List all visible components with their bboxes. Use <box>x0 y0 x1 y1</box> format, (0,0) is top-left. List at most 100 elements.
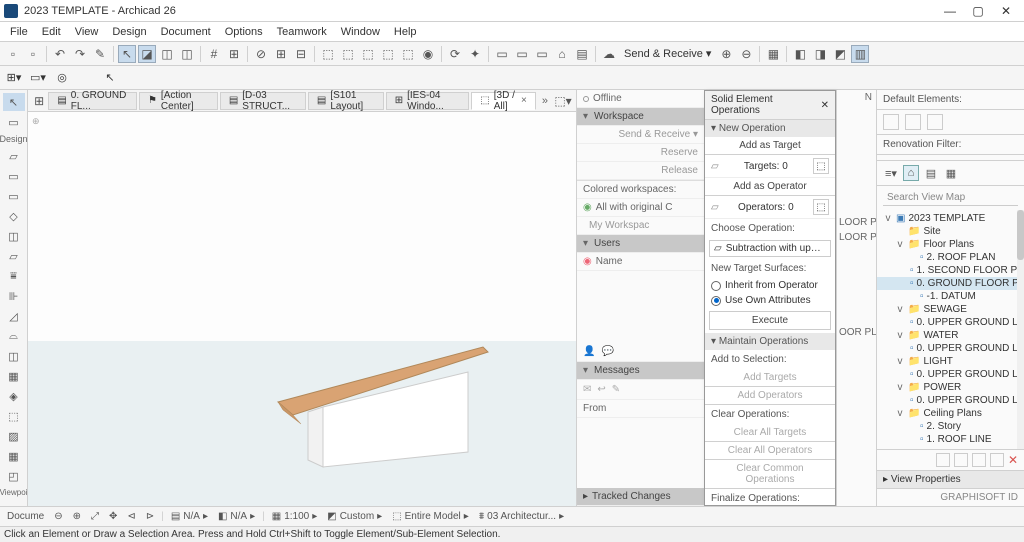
tree-item[interactable]: ▫1. ROOF LINE <box>877 433 1024 446</box>
tab-menu-icon[interactable]: ⬚▾ <box>554 92 572 110</box>
add-operators-button[interactable]: Add Operators <box>705 387 835 405</box>
tracked-changes-header[interactable]: ▸Tracked Changes <box>577 488 704 506</box>
view3d-icon[interactable]: ⬚ <box>319 45 337 63</box>
stair-tool[interactable]: ⩸ <box>3 267 25 285</box>
user-icon[interactable]: 👤 <box>583 346 595 357</box>
nav-settings-icon[interactable] <box>936 453 950 467</box>
measure-icon[interactable]: ⟳ <box>446 45 464 63</box>
door-tool[interactable]: ▭ <box>3 167 25 185</box>
tree-item[interactable]: ▫0. UPPER GROUND LE <box>877 316 1024 329</box>
tab-d03-struct[interactable]: ▤[D-03 STRUCT... <box>220 92 306 110</box>
curtainwall-tool[interactable]: ▦ <box>3 367 25 385</box>
reserve-tb-icon[interactable]: ⊕ <box>717 45 735 63</box>
layout-book-icon[interactable]: ▦ <box>943 165 959 181</box>
undo-icon[interactable]: ↶ <box>51 45 69 63</box>
layout-icon[interactable]: ▦ <box>764 45 782 63</box>
zone-tool[interactable]: ▨ <box>3 427 25 445</box>
object-tool[interactable]: ⬚ <box>3 407 25 425</box>
menu-teamwork[interactable]: Teamwork <box>271 24 333 40</box>
view-map-icon[interactable]: ▤ <box>923 165 939 181</box>
nav-clone-icon[interactable] <box>972 453 986 467</box>
sb-na2[interactable]: ◧N/A▸ <box>215 511 258 522</box>
trace2-icon[interactable]: ▭ <box>513 45 531 63</box>
menu-options[interactable]: Options <box>219 24 269 40</box>
menu-help[interactable]: Help <box>388 24 423 40</box>
worksheet-icon[interactable]: ⬚ <box>399 45 417 63</box>
suspend-icon[interactable]: ⊘ <box>252 45 270 63</box>
tree-root[interactable]: v▣2023 TEMPLATE <box>877 212 1024 225</box>
menu-file[interactable]: File <box>4 24 34 40</box>
menu-edit[interactable]: Edit <box>36 24 67 40</box>
ruler-icon[interactable]: ⊞ <box>225 45 243 63</box>
maximize-button[interactable]: ▢ <box>964 2 992 20</box>
sb-scale[interactable]: ▦1:100▸ <box>269 511 321 522</box>
cloud-icon[interactable]: ☁ <box>600 45 618 63</box>
menu-window[interactable]: Window <box>335 24 386 40</box>
seo-close-icon[interactable]: ✕ <box>821 100 829 111</box>
fit-icon[interactable]: ⤢ <box>88 511 102 522</box>
arrow-tool-icon[interactable]: ↖ <box>100 69 120 87</box>
messages-header[interactable]: ▾Messages <box>577 362 704 380</box>
tree-scrollbar[interactable] <box>1017 210 1024 449</box>
shell-tool[interactable]: ⌓ <box>3 327 25 345</box>
slab-tool[interactable]: ▱ <box>3 247 25 265</box>
clear-all-targets-button[interactable]: Clear All Targets <box>705 424 835 442</box>
roof-tool[interactable]: ◿ <box>3 307 25 325</box>
redo-icon[interactable]: ↷ <box>71 45 89 63</box>
new-icon[interactable]: ▫ <box>4 45 22 63</box>
maintain-operations-header[interactable]: ▾ Maintain Operations <box>705 333 835 350</box>
inbox-icon[interactable]: ✉ <box>583 384 591 395</box>
inherit-from-operator-radio[interactable]: Inherit from Operator <box>705 278 835 293</box>
story-item-0[interactable]: LOOR PL <box>837 215 876 230</box>
window-tool[interactable]: ▭ <box>3 187 25 205</box>
ungroup-icon[interactable]: ⊟ <box>292 45 310 63</box>
sb-arch[interactable]: ⩩03 Architectur...▸ <box>476 511 567 522</box>
close-tab-icon[interactable]: × <box>521 95 527 106</box>
minimize-button[interactable]: — <box>936 2 964 20</box>
default-el-2-icon[interactable] <box>905 114 921 130</box>
send-receive-button[interactable]: Send & Receive ▾ <box>577 126 704 144</box>
tree-item[interactable]: ▫2. ROOF PLAN <box>877 251 1024 264</box>
skylight-tool[interactable]: ◫ <box>3 347 25 365</box>
menu-document[interactable]: Document <box>155 24 217 40</box>
tree-item[interactable]: ▫0. UPPER GROUND LE <box>877 368 1024 381</box>
list-view-icon[interactable]: ≡▾ <box>883 165 899 181</box>
reserve-button[interactable]: Reserve <box>577 144 704 162</box>
next-view-icon[interactable]: ⊳ <box>143 511 157 522</box>
tree-item[interactable]: ▫-1. DATUM <box>877 290 1024 303</box>
nav-icon[interactable]: ✦ <box>466 45 484 63</box>
targets-badge-icon[interactable]: ⬚ <box>813 158 829 174</box>
tree-item[interactable]: v📁WATER <box>877 329 1024 342</box>
execute-button[interactable]: Execute <box>709 311 831 330</box>
reply-icon[interactable]: ↩ <box>597 384 605 395</box>
tab-3d-all[interactable]: ⬚[3D / All]× <box>471 92 536 110</box>
release-tb-icon[interactable]: ⊖ <box>737 45 755 63</box>
tree-item[interactable]: v📁SEWAGE <box>877 303 1024 316</box>
view-mode2-icon[interactable]: ▭▾ <box>28 69 48 87</box>
grid-icon[interactable]: # <box>205 45 223 63</box>
zoom-in-icon[interactable]: ⊕ <box>70 511 84 522</box>
graphisoft-id[interactable]: GRAPHISOFT ID <box>877 488 1024 506</box>
tab-ground-floor[interactable]: ▤0. GROUND FL... <box>48 92 137 110</box>
tree-item[interactable]: v📁Floor Plans <box>877 238 1024 251</box>
orbit-icon[interactable]: ◎ <box>52 69 72 87</box>
tab-grid-icon[interactable]: ⊞ <box>32 92 46 110</box>
column-tool[interactable]: ◇ <box>3 207 25 225</box>
workspace-header[interactable]: ▾Workspace <box>577 108 704 126</box>
chat-icon[interactable]: 💬 <box>601 346 613 357</box>
home-icon[interactable]: ⌂ <box>553 45 571 63</box>
use-own-attributes-radio[interactable]: Use Own Attributes <box>705 293 835 308</box>
render-icon[interactable]: ◉ <box>419 45 437 63</box>
default-el-3-icon[interactable] <box>927 114 943 130</box>
trace-icon[interactable]: ▭ <box>493 45 511 63</box>
opening-tool[interactable]: ◰ <box>3 467 25 485</box>
all-original-colors[interactable]: ◉All with original C <box>577 199 704 217</box>
release-button[interactable]: Release <box>577 162 704 180</box>
snap2-icon[interactable]: ◫ <box>178 45 196 63</box>
beam-tool[interactable]: ◫ <box>3 227 25 245</box>
marquee-tool[interactable]: ▭ <box>3 113 25 131</box>
view-properties-header[interactable]: ▸ View Properties <box>877 470 1024 488</box>
snap1-icon[interactable]: ◫ <box>158 45 176 63</box>
quick-options-icon[interactable]: ▥ <box>851 45 869 63</box>
add-as-target-button[interactable]: Add as Target <box>705 137 835 155</box>
